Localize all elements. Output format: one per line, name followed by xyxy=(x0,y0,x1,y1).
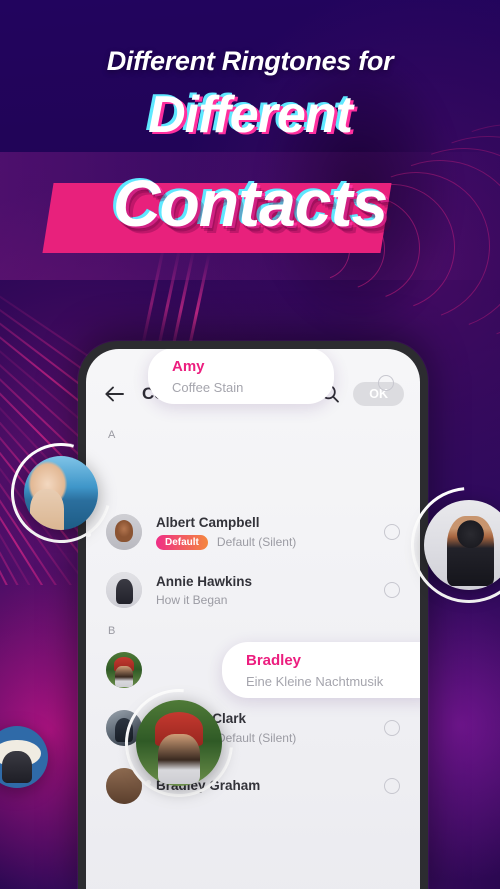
avatar xyxy=(106,514,142,550)
phone-screen: Contacts OK A Amy Coffee Stain xyxy=(86,349,420,889)
avatar xyxy=(106,572,142,608)
contact-ringtone: Eine Kleine Nachtmusik xyxy=(246,673,384,689)
contact-row-amy-host: Amy Coffee Stain xyxy=(96,349,410,503)
contact-text: Amy Coffee Stain xyxy=(172,357,324,394)
contact-subrow: Default Default (Silent) xyxy=(156,534,384,550)
bubble-avatar-bradley[interactable] xyxy=(102,666,256,820)
contact-row-annie-hawkins[interactable]: Annie Hawkins How it Began xyxy=(96,561,410,619)
contact-text: Annie Hawkins How it Began xyxy=(156,573,384,607)
contact-name: Amy xyxy=(172,358,205,376)
contact-radio-amy[interactable] xyxy=(378,375,394,391)
promo-headline: Different Ringtones for Different xyxy=(0,48,500,153)
contact-subrow: How it Began xyxy=(156,593,384,607)
status-badge: Default xyxy=(156,534,208,550)
contact-ringtone: Coffee Stain xyxy=(172,379,244,395)
bubble-ring-dot xyxy=(86,532,91,537)
bubble-photo xyxy=(24,456,98,530)
contact-radio[interactable] xyxy=(384,524,400,540)
contact-subrow: Coffee Stain xyxy=(172,380,324,395)
contact-row-albert-campbell[interactable]: Albert Campbell Default Default (Silent) xyxy=(96,503,410,561)
headline-line-3-wrap: Contacts xyxy=(0,170,500,236)
avatar xyxy=(106,652,142,688)
contact-text: Albert Campbell Default Default (Silent) xyxy=(156,514,384,550)
promo-banner: Different Ringtones for Different Contac… xyxy=(0,0,500,889)
section-header-a: A xyxy=(108,429,116,441)
headline-line-2: Different xyxy=(148,89,353,141)
bubble-avatar-amy[interactable] xyxy=(0,424,130,562)
bubble-photo xyxy=(136,700,222,786)
contact-row-amy[interactable]: Amy Coffee Stain xyxy=(148,349,334,404)
contact-ringtone: Default (Silent) xyxy=(216,535,297,550)
contact-name: Annie Hawkins xyxy=(156,573,253,589)
contact-radio[interactable] xyxy=(384,582,400,598)
contact-row-bradley[interactable]: Bradley Eine Kleine Nachtmusik xyxy=(96,641,420,699)
headline-line-2-wrap: Different xyxy=(0,89,500,153)
contact-radio[interactable] xyxy=(384,778,400,794)
avatar-photo xyxy=(106,514,142,550)
contact-ringtone: How it Began xyxy=(156,593,228,608)
avatar-photo xyxy=(106,652,142,688)
bubble-avatar-cap-girl[interactable] xyxy=(387,463,500,627)
contact-name: Albert Campbell xyxy=(156,515,260,531)
bubble-ring-dot xyxy=(146,780,151,785)
contact-name: Bradley xyxy=(246,652,302,670)
headline-line-1: Different Ringtones for xyxy=(106,46,394,76)
contact-subrow: Eine Kleine Nachtmusik xyxy=(246,674,420,689)
arrow-left-icon[interactable] xyxy=(102,381,128,407)
contact-radio[interactable] xyxy=(384,720,400,736)
phone-mockup: Contacts OK A Amy Coffee Stain xyxy=(78,341,428,889)
section-header-b: B xyxy=(108,625,116,637)
contact-text: Bradley Eine Kleine Nachtmusik xyxy=(246,651,420,688)
headline-line-3: Contacts xyxy=(113,170,388,236)
contact-row-bradley-card[interactable]: Bradley Eine Kleine Nachtmusik xyxy=(222,642,420,698)
avatar-photo xyxy=(106,572,142,608)
